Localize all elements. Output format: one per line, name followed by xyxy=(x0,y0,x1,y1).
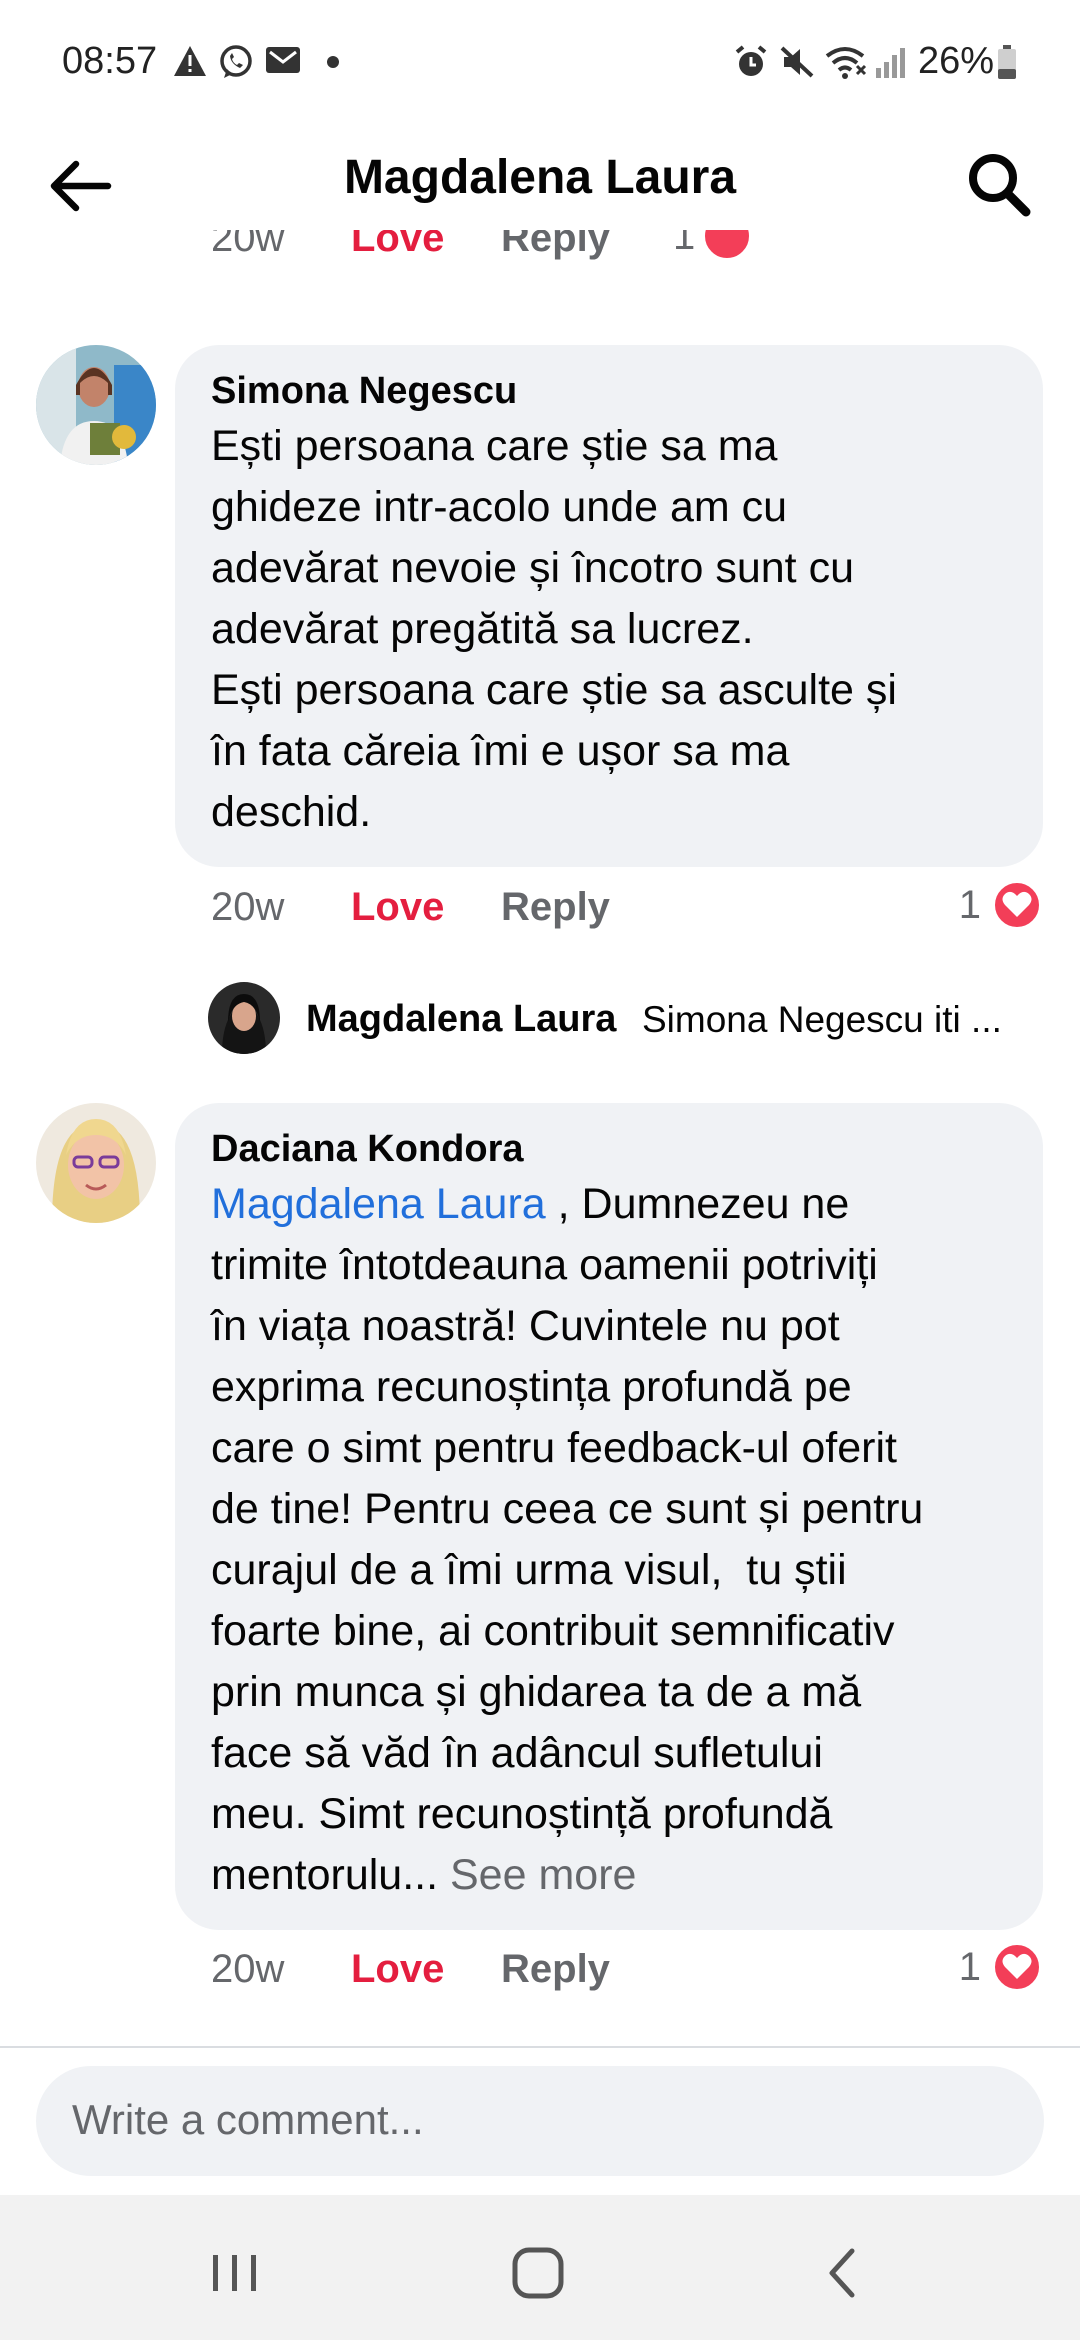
previous-comment-actions: 20w Love Reply 1 xyxy=(0,230,1080,290)
comment-text: Magdalena Laura , Dumnezeu ne trimite în… xyxy=(211,1174,1007,1906)
avatar-photo-icon xyxy=(36,345,156,465)
see-more-link[interactable]: See more xyxy=(450,1851,636,1899)
status-bar: 08:57 26% xyxy=(0,0,1080,120)
recent-apps-icon xyxy=(213,2255,256,2291)
heart-icon xyxy=(1002,891,1032,917)
wifi-icon xyxy=(825,47,867,79)
dot-icon xyxy=(327,56,339,68)
avatar[interactable] xyxy=(36,345,156,465)
avatar[interactable] xyxy=(208,982,280,1054)
text-line: meu. Simt recunoștință profundă xyxy=(211,1790,833,1839)
comment-time: 20w xyxy=(211,1947,285,1991)
signal-icon xyxy=(876,48,905,78)
reply-snippet: Simona Negescu iti ... xyxy=(642,999,1002,1040)
comment-time: 20w xyxy=(211,230,285,260)
battery-icon xyxy=(998,45,1016,79)
mail-icon xyxy=(266,47,300,73)
comment-actions: 20w Love Reply 1 xyxy=(211,873,1043,943)
recent-apps-button[interactable] xyxy=(200,2237,270,2307)
heart-reaction-icon[interactable] xyxy=(991,879,1043,931)
text-fragment: mentorulu... xyxy=(211,1851,450,1900)
text-line: care o simt pentru feedback-ul oferit xyxy=(211,1424,897,1473)
text-line: face să văd în adâncul sufletului xyxy=(211,1729,823,1778)
back-nav-button[interactable] xyxy=(808,2237,878,2307)
text-line: curajul de a îmi urma visul, tu știi xyxy=(211,1546,847,1595)
battery-percent: 26% xyxy=(918,40,995,82)
reply-button[interactable]: Reply xyxy=(501,885,610,930)
reply-button[interactable]: Reply xyxy=(501,1947,610,1992)
search-icon xyxy=(969,154,1031,217)
avatar-photo-icon xyxy=(208,982,280,1054)
search-button[interactable] xyxy=(960,144,1040,224)
comment-actions: 20w Love Reply 1 xyxy=(211,1935,1043,2005)
text-line: trimite întotdeauna oamenii potriviți xyxy=(211,1241,878,1290)
home-icon xyxy=(512,2247,564,2299)
text-line: foarte bine, ai contribuit semnificativ xyxy=(211,1607,895,1656)
avatar[interactable] xyxy=(36,1103,156,1223)
reply-button[interactable]: Reply xyxy=(501,230,610,261)
reaction-count: 1 xyxy=(958,883,981,927)
comment-author[interactable]: Simona Negescu xyxy=(211,367,1007,416)
reaction-count: 1 xyxy=(958,1945,981,1989)
text-line: mentorulu... See more xyxy=(211,1845,1007,1906)
whatsapp-icon xyxy=(220,45,252,78)
text-line: adevărat pregătită sa lucrez. xyxy=(211,605,754,654)
text-line: exprima recunoștința profundă pe xyxy=(211,1363,852,1412)
avatar-photo-icon xyxy=(36,1103,156,1223)
heart-reaction-icon[interactable] xyxy=(991,1941,1043,1993)
status-time: 08:57 xyxy=(62,40,158,82)
reaction-count: 1 xyxy=(673,230,696,258)
comment-input[interactable]: Write a comment... xyxy=(36,2066,1044,2176)
page-title: Magdalena Laura xyxy=(343,151,737,204)
text-line: Ești persoana care știe sa ma xyxy=(211,422,778,471)
comment-time: 20w xyxy=(211,885,285,929)
comment-actions: 20w Love Reply 1 xyxy=(211,230,1043,274)
mention-link[interactable]: Magdalena Laura xyxy=(211,1180,546,1228)
alarm-icon xyxy=(735,45,767,76)
heart-reaction-icon[interactable] xyxy=(701,230,753,262)
text-line: adevărat nevoie și încotro sunt cu xyxy=(211,544,854,593)
text-line: de tine! Pentru ceea ce sunt și pentru xyxy=(211,1485,924,1534)
reply-preview[interactable]: Magdalena Laura Simona Negescu iti ... xyxy=(208,978,1048,1058)
love-button[interactable]: Love xyxy=(351,1947,444,1992)
heart-icon xyxy=(1002,1953,1032,1979)
comment-input-placeholder: Write a comment... xyxy=(72,2096,424,2143)
text-line: în viața noastră! Cuvintele nu pot xyxy=(211,1302,840,1351)
text-line: în fata căreia îmi e ușor sa ma xyxy=(211,727,790,776)
text-line: Ești persoana care știe sa asculte și xyxy=(211,666,897,715)
warning-icon xyxy=(174,46,206,76)
reply-author[interactable]: Magdalena Laura xyxy=(306,998,616,1041)
comment-text: Ești persoana care știe sa ma ghideze in… xyxy=(211,416,1007,843)
text-line: ghideze intr-acolo unde am cu xyxy=(211,483,788,532)
love-button[interactable]: Love xyxy=(351,230,444,261)
mute-icon xyxy=(780,46,814,78)
text-line: deschid. xyxy=(211,788,372,837)
chevron-left-icon xyxy=(829,2248,855,2298)
love-button[interactable]: Love xyxy=(351,885,444,930)
text-line: prin munca și ghidarea ta de a mă xyxy=(211,1668,862,1717)
comment-bubble[interactable]: Daciana Kondora Magdalena Laura , Dumnez… xyxy=(175,1103,1043,1931)
system-nav-bar xyxy=(0,2195,1080,2340)
divider xyxy=(0,2046,1080,2048)
comment-bubble[interactable]: Simona Negescu Ești persoana care știe s… xyxy=(175,345,1043,868)
home-button[interactable] xyxy=(502,2235,578,2311)
text-line: Magdalena Laura , Dumnezeu ne xyxy=(211,1174,1007,1235)
comment-author[interactable]: Daciana Kondora xyxy=(211,1125,1007,1174)
text-fragment: , Dumnezeu ne xyxy=(545,1180,850,1229)
